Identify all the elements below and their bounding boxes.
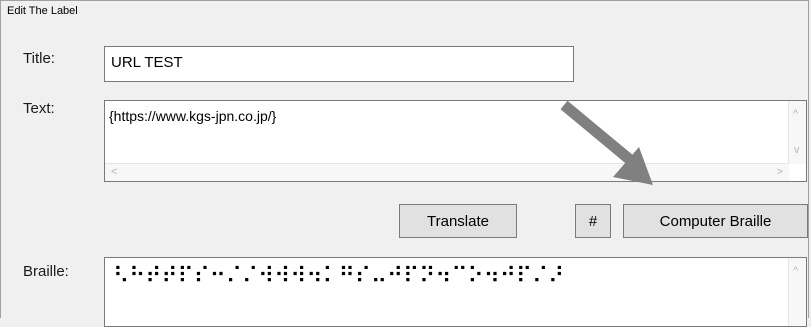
arrow-pointer-icon xyxy=(560,100,653,185)
computer-braille-button[interactable]: Computer Braille xyxy=(623,204,808,238)
braille-label: Braille: xyxy=(23,263,69,280)
title-label: Title: xyxy=(23,50,55,67)
scroll-right-icon[interactable]: > xyxy=(777,167,783,178)
braille-vertical-scrollbar[interactable]: ^ xyxy=(788,258,806,326)
title-input-value: URL TEST xyxy=(111,54,183,71)
text-input-value: {https://www.kgs-jpn.co.jp/} xyxy=(109,108,277,124)
scroll-up-icon[interactable]: ^ xyxy=(793,266,798,277)
braille-output-value: ⠣⠓⠞⠞⠏⠎⠒⠌⠌⠺⠺⠺⠲⠅⠛⠎⠤⠚⠏⠝⠲⠉⠕⠲⠚⠏⠌⠜ xyxy=(113,264,565,289)
braille-output[interactable]: ⠣⠓⠞⠞⠏⠎⠒⠌⠌⠺⠺⠺⠲⠅⠛⠎⠤⠚⠏⠝⠲⠉⠕⠲⠚⠏⠌⠜ ^ xyxy=(104,257,807,327)
scroll-left-icon[interactable]: < xyxy=(111,167,117,178)
text-label: Text: xyxy=(23,100,55,117)
hash-button[interactable]: # xyxy=(575,204,611,238)
scroll-up-icon[interactable]: ^ xyxy=(793,109,798,120)
dialog-title: Edit The Label xyxy=(7,5,78,17)
title-input[interactable]: URL TEST xyxy=(104,46,574,82)
text-vertical-scrollbar[interactable]: ^ v xyxy=(788,101,806,164)
translate-button[interactable]: Translate xyxy=(399,204,517,238)
text-horizontal-scrollbar[interactable]: < > xyxy=(105,163,789,181)
text-input[interactable]: {https://www.kgs-jpn.co.jp/} ^ v < > xyxy=(104,100,807,182)
scroll-down-icon[interactable]: v xyxy=(794,145,800,156)
edit-label-dialog: Edit The Label Title: URL TEST Text: {ht… xyxy=(0,0,809,327)
